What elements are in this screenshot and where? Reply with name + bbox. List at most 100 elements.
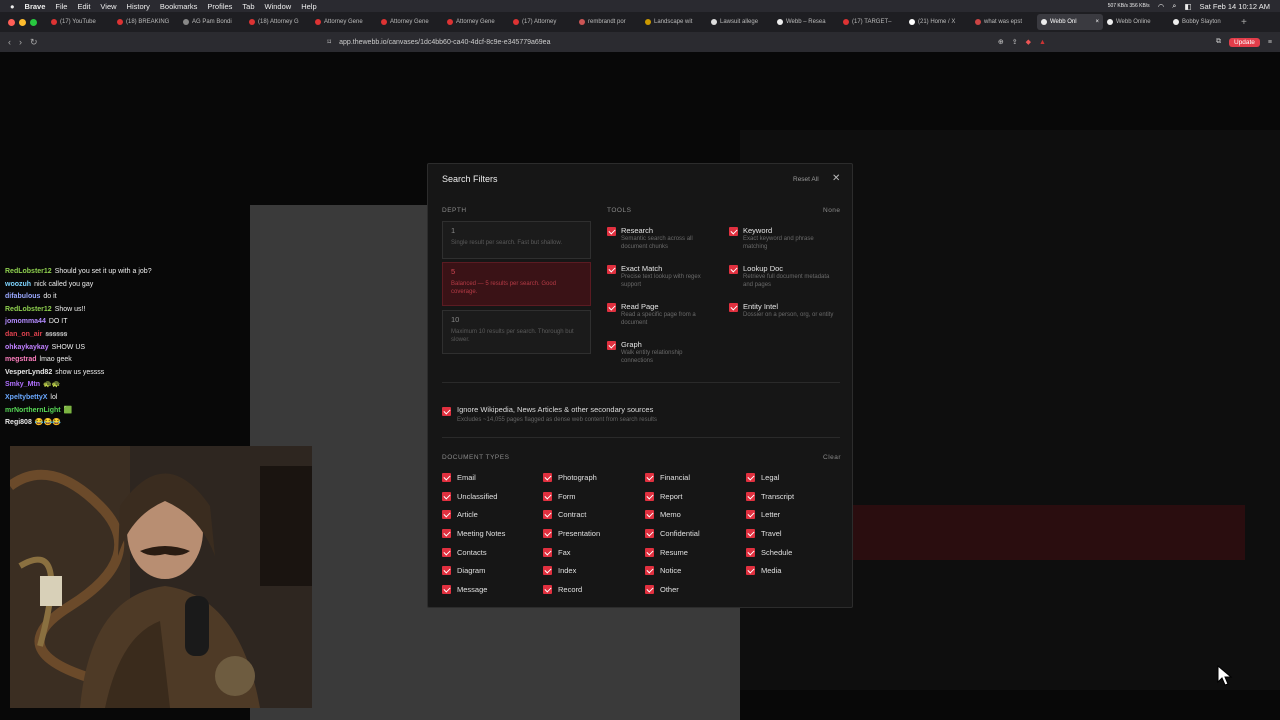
checkbox-checked[interactable]	[729, 227, 738, 236]
browser-tab[interactable]: (21) Home / X	[905, 14, 971, 30]
browser-tab[interactable]: Lawsuit allege	[707, 14, 773, 30]
back-icon[interactable]: ‹	[8, 37, 11, 47]
menu-app-name[interactable]: Brave	[25, 2, 46, 11]
tab-title: (18) Attorney G	[258, 19, 299, 25]
checkbox-checked[interactable]	[543, 566, 552, 575]
extensions-icon[interactable]: ⧉	[1216, 38, 1221, 46]
browser-tab[interactable]: (18) Attorney G	[245, 14, 311, 30]
checkbox-checked[interactable]	[645, 585, 654, 594]
close-icon[interactable]: ✕	[832, 173, 840, 184]
checkbox-checked[interactable]	[607, 227, 616, 236]
browser-tab[interactable]: rembrandt por	[575, 14, 641, 30]
checkbox-checked[interactable]	[746, 548, 755, 557]
browser-tab[interactable]: (18) BREAKING	[113, 14, 179, 30]
menu-profiles[interactable]: Profiles	[207, 2, 232, 11]
share-icon[interactable]: ⇪	[1012, 38, 1018, 46]
checkbox-checked[interactable]	[543, 492, 552, 501]
menu-bookmarks[interactable]: Bookmarks	[160, 2, 198, 11]
browser-toolbar: ‹ › ↻ ⌑ app.thewebb.io/canvases/1dc4bb60…	[0, 32, 1280, 52]
checkbox-checked[interactable]	[543, 473, 552, 482]
brave-shields-icon[interactable]: ◆	[1026, 38, 1031, 46]
url-text[interactable]: app.thewebb.io/canvases/1dc4bb60-ca40-4d…	[339, 39, 550, 46]
checkbox-checked[interactable]	[543, 529, 552, 538]
checkbox-checked[interactable]	[442, 529, 451, 538]
menu-tab[interactable]: Tab	[242, 2, 254, 11]
menu-file[interactable]: File	[55, 2, 67, 11]
document-types-clear-button[interactable]: Clear	[823, 454, 841, 461]
webcam-feed	[10, 446, 312, 708]
reset-all-button[interactable]: Reset All	[793, 176, 819, 183]
checkbox-checked[interactable]	[645, 492, 654, 501]
doctype-label: Transcript	[761, 492, 795, 501]
depth-option-1[interactable]: 1 Single result per search. Fast but sha…	[442, 221, 591, 259]
new-tab-button[interactable]: +	[1241, 17, 1247, 28]
checkbox-checked[interactable]	[729, 265, 738, 274]
checkbox-checked[interactable]	[645, 566, 654, 575]
browser-tab[interactable]: Bobby Slayton	[1169, 14, 1235, 30]
checkbox-checked[interactable]	[746, 492, 755, 501]
browser-tab[interactable]: (17) TARGET–	[839, 14, 905, 30]
checkbox-checked[interactable]	[442, 510, 451, 519]
menu-history[interactable]: History	[127, 2, 150, 11]
checkbox-checked[interactable]	[607, 303, 616, 312]
forward-icon[interactable]: ›	[19, 37, 22, 47]
tools-none-button[interactable]: None	[823, 207, 841, 214]
browser-tab[interactable]: Attorney Gene	[377, 14, 443, 30]
browser-tab[interactable]: Attorney Gene	[311, 14, 377, 30]
browser-tab[interactable]: Attorney Gene	[443, 14, 509, 30]
zoom-icon[interactable]: ⊕	[998, 38, 1004, 46]
control-center-icon[interactable]: ◧	[1184, 2, 1191, 11]
checkbox-checked[interactable]	[543, 510, 552, 519]
address-bar[interactable]: ⌑ app.thewebb.io/canvases/1dc4bb60-ca40-…	[328, 38, 998, 47]
menu-view[interactable]: View	[100, 2, 116, 11]
menu-window[interactable]: Window	[265, 2, 292, 11]
depth-option-5[interactable]: 5 Balanced — 5 results per search. Good …	[442, 262, 591, 306]
checkbox-checked[interactable]	[645, 548, 654, 557]
checkbox-checked[interactable]	[645, 529, 654, 538]
apple-icon[interactable]: ●	[10, 2, 15, 11]
reload-icon[interactable]: ↻	[30, 37, 38, 48]
clock[interactable]: Sat Feb 14 10:12 AM	[1200, 2, 1270, 11]
checkbox-checked[interactable]	[442, 566, 451, 575]
checkbox-checked[interactable]	[746, 510, 755, 519]
checkbox-checked[interactable]	[729, 303, 738, 312]
checkbox-checked[interactable]	[442, 407, 451, 416]
browser-tab[interactable]: Webb – Resea	[773, 14, 839, 30]
browser-tab[interactable]: Landscape wit	[641, 14, 707, 30]
checkbox-checked[interactable]	[645, 510, 654, 519]
menu-help[interactable]: Help	[301, 2, 316, 11]
browser-tab[interactable]: (17) YouTube	[47, 14, 113, 30]
checkbox-checked[interactable]	[645, 473, 654, 482]
wifi-icon[interactable]: ◠	[1158, 2, 1165, 11]
checkbox-checked[interactable]	[442, 548, 451, 557]
update-button[interactable]: Update	[1228, 37, 1260, 47]
checkbox-checked[interactable]	[442, 585, 451, 594]
checkbox-checked[interactable]	[442, 492, 451, 501]
bookmark-icon[interactable]: ⌑	[328, 38, 332, 46]
browser-tab[interactable]: AG Pam Bondi	[179, 14, 245, 30]
checkbox-checked[interactable]	[607, 341, 616, 350]
browser-tab[interactable]: Webb Online	[1103, 14, 1169, 30]
checkbox-checked[interactable]	[543, 585, 552, 594]
tool-title: Graph	[621, 340, 642, 349]
browser-tab[interactable]: (17) Attorney	[509, 14, 575, 30]
checkbox-checked[interactable]	[543, 548, 552, 557]
brave-rewards-icon[interactable]: ▲	[1039, 39, 1046, 46]
close-window-icon[interactable]	[8, 18, 15, 26]
menu-icon[interactable]: ≡	[1268, 39, 1272, 46]
checkbox-checked[interactable]	[746, 566, 755, 575]
checkbox-checked[interactable]	[607, 265, 616, 274]
zoom-window-icon[interactable]	[30, 18, 37, 26]
depth-value: 5	[451, 267, 456, 276]
checkbox-checked[interactable]	[746, 529, 755, 538]
browser-tab-active[interactable]: Webb Onl ×	[1037, 14, 1103, 30]
network-speed: 507 KB/s 356 KB/s	[1107, 3, 1150, 9]
menu-edit[interactable]: Edit	[77, 2, 90, 11]
close-tab-icon[interactable]: ×	[1095, 19, 1099, 25]
depth-option-10[interactable]: 10 Maximum 10 results per search. Thorou…	[442, 310, 591, 354]
checkbox-checked[interactable]	[442, 473, 451, 482]
browser-tab[interactable]: what was epst	[971, 14, 1037, 30]
minimize-window-icon[interactable]	[19, 18, 26, 26]
search-icon[interactable]: ⌕	[1172, 1, 1176, 11]
checkbox-checked[interactable]	[746, 473, 755, 482]
